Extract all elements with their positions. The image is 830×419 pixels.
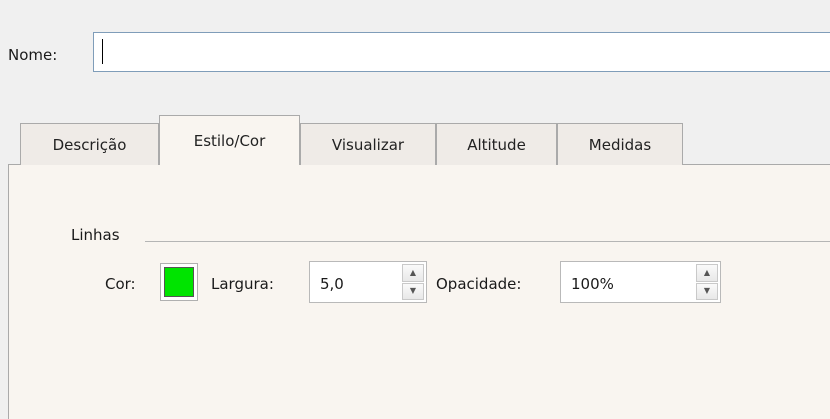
tab-estilo-cor[interactable]: Estilo/Cor <box>159 115 300 165</box>
width-label: Largura: <box>211 275 274 293</box>
group-separator <box>145 241 830 242</box>
color-picker-button[interactable] <box>160 263 198 301</box>
opacity-label: Opacidade: <box>436 275 522 293</box>
color-label: Cor: <box>105 275 136 293</box>
spin-up-icon[interactable]: ▲ <box>402 264 424 282</box>
opacity-spinbox[interactable]: 100% ▲ ▼ <box>560 261 721 303</box>
group-title-linhas: Linhas <box>71 226 120 244</box>
spin-down-icon[interactable]: ▼ <box>402 282 424 300</box>
tab-descricao[interactable]: Descrição <box>20 123 159 165</box>
spin-up-icon[interactable]: ▲ <box>696 264 718 282</box>
opacity-value: 100% <box>571 275 614 293</box>
tab-visualizar[interactable]: Visualizar <box>300 123 436 165</box>
color-swatch-fill <box>164 267 194 297</box>
name-input[interactable] <box>93 32 830 72</box>
tab-medidas[interactable]: Medidas <box>557 123 683 165</box>
width-spinbox[interactable]: 5,0 ▲ ▼ <box>309 261 427 303</box>
spin-down-icon[interactable]: ▼ <box>696 282 718 300</box>
text-caret <box>102 39 103 64</box>
tab-altitude[interactable]: Altitude <box>436 123 557 165</box>
name-label: Nome: <box>8 46 58 64</box>
width-value: 5,0 <box>320 275 344 293</box>
